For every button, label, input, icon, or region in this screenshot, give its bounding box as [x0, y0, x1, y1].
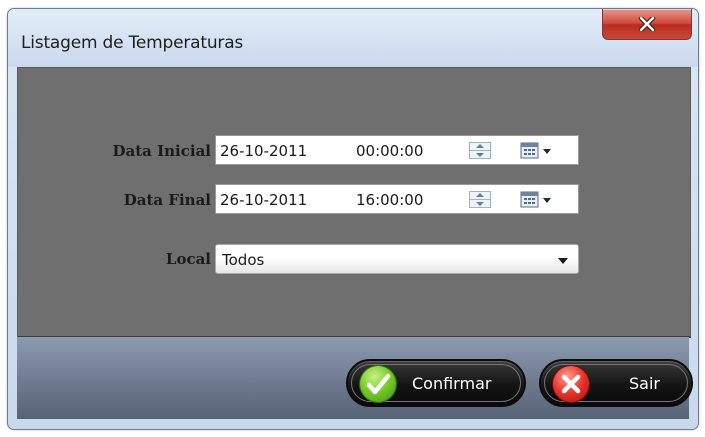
check-icon — [360, 366, 396, 402]
form-panel: Data Inicial 26-10-2011 00:00:00 Data Fi… — [17, 67, 691, 338]
data-inicial-datetime-picker[interactable]: 26-10-2011 00:00:00 — [215, 135, 579, 165]
confirmar-button-label: Confirmar — [412, 374, 492, 393]
dialog-window: Listagem de Temperaturas Data Inicial 26… — [7, 8, 699, 430]
close-icon — [638, 17, 656, 31]
data-final-label: Data Final — [123, 191, 211, 209]
data-inicial-time-spinner-icon[interactable] — [469, 142, 491, 159]
local-selected-value: Todos — [222, 251, 265, 269]
button-bar: Confirmar Sair — [17, 337, 693, 419]
confirmar-button[interactable]: Confirmar — [346, 359, 526, 407]
chevron-down-icon[interactable] — [558, 258, 568, 264]
local-label: Local — [165, 250, 211, 268]
data-inicial-date-value[interactable]: 26-10-2011 — [220, 142, 307, 160]
data-final-calendar-dropdown-icon[interactable] — [520, 190, 560, 209]
data-final-date-value[interactable]: 26-10-2011 — [220, 191, 307, 209]
data-final-datetime-picker[interactable]: 26-10-2011 16:00:00 — [215, 184, 579, 214]
data-inicial-label: Data Inicial — [112, 142, 211, 160]
data-final-time-value[interactable]: 16:00:00 — [356, 191, 423, 209]
close-x-icon — [553, 366, 589, 402]
window-title: Listagem de Temperaturas — [21, 33, 244, 53]
sair-button[interactable]: Sair — [539, 359, 693, 407]
window-close-button[interactable] — [602, 9, 692, 40]
title-bar: Listagem de Temperaturas — [8, 9, 698, 67]
local-select[interactable]: Todos — [215, 244, 579, 274]
data-inicial-time-value[interactable]: 00:00:00 — [356, 142, 423, 160]
data-inicial-calendar-dropdown-icon[interactable] — [520, 141, 560, 160]
sair-button-label: Sair — [629, 374, 660, 393]
data-final-time-spinner-icon[interactable] — [469, 191, 491, 208]
